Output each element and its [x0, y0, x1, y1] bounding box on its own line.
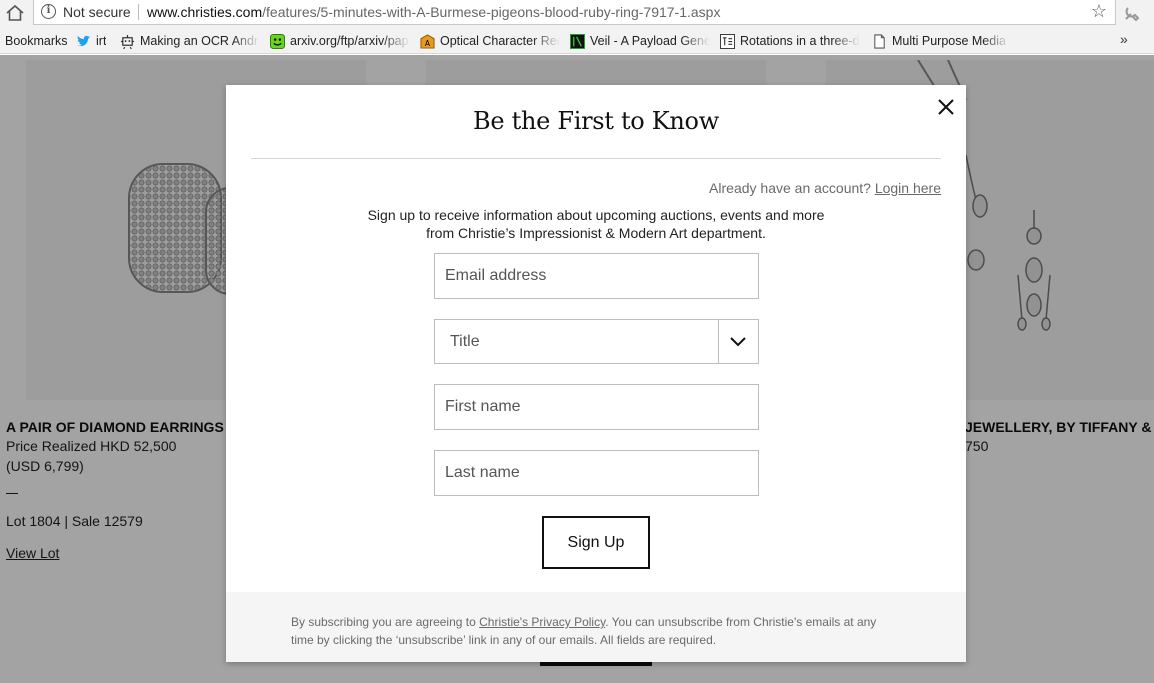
- url-text[interactable]: www.christies.com/features/5-minutes-wit…: [147, 4, 720, 20]
- address-bar: i Not secure www.christies.com/features/…: [0, 0, 1154, 26]
- extension-icon[interactable]: [1122, 3, 1142, 23]
- bookmark-veil[interactable]: Veil - A Payload Gene: [570, 32, 710, 50]
- bookmarks-label[interactable]: Bookmarks: [5, 32, 67, 50]
- last-name-field[interactable]: [434, 450, 759, 496]
- svg-text:A: A: [425, 39, 431, 48]
- bookmark-label: Multi Purpose Media: [892, 34, 1006, 48]
- robot-icon: [120, 34, 135, 49]
- bookmark-label: irt: [96, 34, 107, 48]
- footer-disclaimer: By subscribing you are agreeing to Chris…: [291, 613, 901, 649]
- first-name-field[interactable]: [434, 384, 759, 430]
- bookmark-multipurpose[interactable]: Multi Purpose Media: [872, 32, 1010, 50]
- account-question: Already have an account?: [709, 180, 871, 196]
- home-icon[interactable]: [4, 3, 26, 23]
- account-prompt: Already have an account? Login here: [709, 180, 941, 196]
- bookmark-label: Veil - A Payload Gene: [590, 34, 710, 48]
- modal-footer: By subscribing you are agreeing to Chris…: [226, 592, 966, 662]
- math-icon: [720, 33, 735, 49]
- bookmark-irt[interactable]: irt: [76, 32, 116, 50]
- signup-description: Sign up to receive information about upc…: [367, 207, 825, 241]
- bookmark-arxiv[interactable]: arxiv.org/ftp/arxiv/pap: [270, 32, 410, 50]
- page-icon: [874, 33, 885, 49]
- modal-title: Be the First to Know: [473, 107, 719, 135]
- signup-modal: Be the First to Know Already have an acc…: [226, 85, 966, 662]
- footer-text-before: By subscribing you are agreeing to: [291, 615, 480, 629]
- terminal-icon: [570, 33, 585, 49]
- bookmark-star-icon[interactable]: ☆: [1091, 1, 1107, 22]
- smiley-icon: [270, 33, 285, 49]
- sign-up-button[interactable]: Sign Up: [542, 516, 650, 569]
- bookmark-label: arxiv.org/ftp/arxiv/pap: [290, 34, 409, 48]
- url-separator: [138, 4, 139, 20]
- bookmark-rotations[interactable]: Rotations in a three-d: [720, 32, 860, 50]
- security-label[interactable]: Not secure: [63, 4, 131, 20]
- url-host: www.christies.com: [147, 4, 263, 20]
- info-icon[interactable]: i: [41, 4, 56, 19]
- bookmark-label: Optical Character Rec: [440, 34, 560, 48]
- login-link[interactable]: Login here: [875, 180, 941, 196]
- bookmark-ocr[interactable]: A Optical Character Rec: [420, 32, 560, 50]
- bookmarks-bar: Bookmarks irt Making an OCR Andr arxiv.o…: [0, 26, 1154, 54]
- more-bookmarks-icon[interactable]: »: [1120, 31, 1128, 47]
- title-select-value: Title: [450, 333, 480, 350]
- title-divider: [251, 158, 941, 159]
- twitter-bird-icon: [76, 35, 91, 46]
- email-field[interactable]: [434, 253, 759, 299]
- bookmark-label: Rotations in a three-d: [740, 34, 860, 48]
- title-select[interactable]: Title: [434, 319, 759, 364]
- select-divider: [718, 320, 719, 363]
- bookmark-label: Bookmarks: [5, 34, 67, 48]
- chevron-down-icon[interactable]: [729, 333, 747, 351]
- bookmark-label: Making an OCR Andr: [140, 34, 259, 48]
- bookmark-ocr-android[interactable]: Making an OCR Andr: [120, 32, 260, 50]
- url-path: /features/5-minutes-with-A-Burmese-pigeo…: [262, 4, 721, 20]
- privacy-policy-link[interactable]: Christie's Privacy Policy: [479, 615, 605, 629]
- omnibox[interactable]: i Not secure www.christies.com/features/…: [33, 0, 1116, 25]
- ocr-icon: A: [420, 33, 435, 49]
